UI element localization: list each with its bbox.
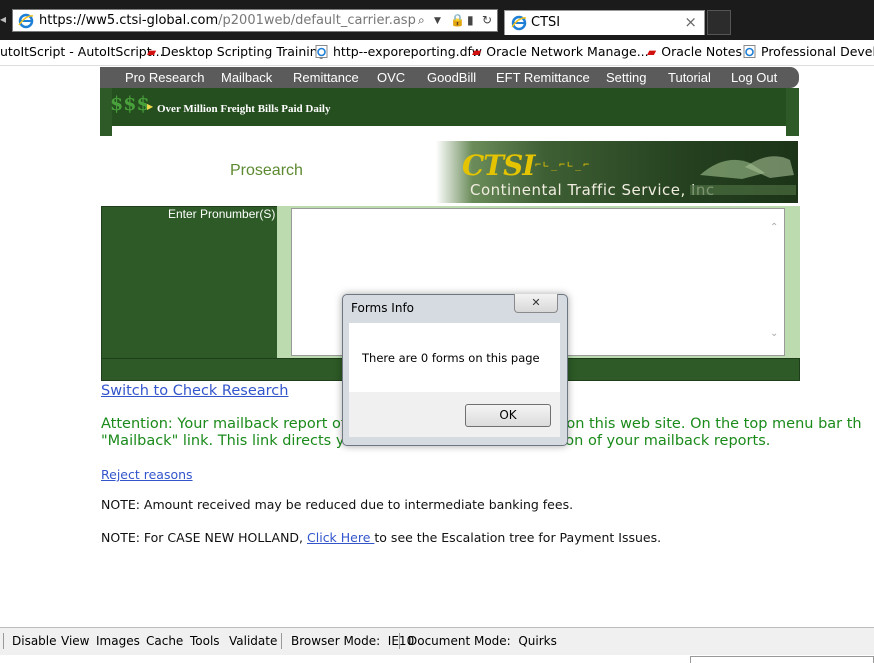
nav-setting[interactable]: Setting — [606, 70, 646, 85]
nav-goodbill[interactable]: GoodBill — [427, 70, 476, 85]
favorite-item[interactable]: utoItScript - AutoItScript... — [0, 44, 164, 59]
note-2-suffix: to see the Escalation tree for Payment I… — [374, 530, 662, 545]
scroll-up-icon[interactable]: ⌃ — [770, 222, 778, 233]
url-path: /p2001web/default_carrier.asp — [218, 13, 416, 28]
favorite-item[interactable]: ▰ Oracle Network Manage... — [472, 44, 649, 59]
address-bar[interactable]: https://ww5.ctsi-global.com/p2001web/def… — [12, 9, 498, 32]
scroll-down-icon[interactable]: ⌄ — [770, 328, 778, 339]
reject-reasons-link[interactable]: Reject reasons — [101, 467, 193, 482]
logo-circuit-icon: ⌐∟_⌐∟_⌐ — [535, 160, 592, 171]
developer-toolbar: Disable View Images Cache Tools Validate… — [0, 627, 874, 656]
note-case-new-holland: NOTE: For CASE NEW HOLLAND, Click Here t… — [101, 530, 661, 545]
favorite-label: Oracle Network Manage... — [486, 44, 649, 59]
page-title: Prosearch — [230, 162, 303, 179]
favorite-label: Professional Develop — [761, 44, 874, 59]
favorite-item[interactable]: ▰ Desktop Scripting Training — [147, 44, 326, 59]
keyboard-hands-icon — [690, 156, 796, 195]
nav-tutorial[interactable]: Tutorial — [668, 70, 711, 85]
switch-to-check-research-link[interactable]: Switch to Check Research — [101, 383, 288, 399]
favorite-item[interactable]: Professional Develop — [743, 44, 874, 59]
nav-pro-research[interactable]: Pro Research — [125, 70, 204, 85]
favorite-item[interactable]: http--exporeporting.dfw — [315, 44, 482, 59]
nav-mailback[interactable]: Mailback — [221, 70, 272, 85]
favorite-label: utoItScript - AutoItScript... — [0, 44, 164, 59]
devtools-tools[interactable]: Tools — [190, 634, 220, 648]
dollar-signs-icon: $$$ — [110, 93, 150, 115]
pronumber-label: Enter Pronumber(S) — [168, 207, 276, 221]
toolbar-separator — [399, 633, 400, 649]
close-icon[interactable]: ✕ — [514, 294, 558, 313]
note-2-prefix: NOTE: For CASE NEW HOLLAND, — [101, 530, 308, 545]
ok-button[interactable]: OK — [465, 404, 551, 427]
dialog-message: There are 0 forms on this page — [362, 351, 540, 365]
dropdown-icon[interactable]: ▼ — [434, 16, 441, 26]
url-text[interactable]: https://ww5.ctsi-global.com/p2001web/def… — [39, 13, 416, 28]
tab-title: CTSI — [531, 15, 561, 30]
dialog-title: Forms Info — [351, 301, 415, 315]
lock-icon[interactable]: 🔒 — [450, 13, 465, 27]
browser-mode[interactable]: Browser Mode: IE10 — [291, 634, 414, 648]
nav-remittance[interactable]: Remittance — [293, 70, 359, 85]
toolbar-separator — [3, 633, 4, 649]
logo-wordmark: CTSI — [462, 149, 535, 182]
devtools-view[interactable]: View — [61, 634, 89, 648]
oracle-flag-icon: ▰ — [647, 45, 657, 59]
favorites-bar: utoItScript - AutoItScript... ▰ Desktop S… — [0, 40, 874, 66]
favorite-label: Desktop Scripting Training — [161, 44, 326, 59]
devtools-images[interactable]: Images — [96, 634, 140, 648]
tab-close-icon[interactable]: × — [684, 13, 697, 31]
new-tab-button[interactable] — [707, 10, 731, 35]
refresh-icon[interactable]: ↻ — [482, 13, 492, 27]
url-domain: https://ww5.ctsi-global.com — [39, 13, 219, 28]
note-banking-fees: NOTE: Amount received may be reduced due… — [101, 497, 574, 512]
find-box[interactable] — [690, 656, 874, 663]
ie-page-icon — [315, 45, 328, 58]
favorite-item[interactable]: ▰ Oracle Notes — [647, 44, 742, 59]
ie-logo-icon — [18, 13, 34, 29]
favorite-label: Oracle Notes — [661, 44, 742, 59]
banner-tagline: Over Million Freight Bills Paid Daily — [157, 103, 331, 115]
devtools-validate[interactable]: Validate — [229, 634, 277, 648]
back-arrow-icon[interactable]: ◂ — [0, 12, 6, 26]
document-mode[interactable]: Document Mode: Quirks — [408, 634, 557, 648]
devtools-disable[interactable]: Disable — [12, 634, 57, 648]
site-nav: Pro Research Mailback Remittance OVC Goo… — [100, 67, 799, 88]
nav-eft-remittance[interactable]: EFT Remittance — [496, 70, 590, 85]
favorite-label: http--exporeporting.dfw — [333, 44, 482, 59]
logo-subtitle: Continental Traffic Service, Inc — [470, 181, 715, 199]
ie-tab-icon — [511, 15, 527, 31]
search-icon[interactable]: ⌕ — [418, 13, 425, 28]
oracle-flag-icon: ▰ — [472, 45, 482, 59]
nav-log-out[interactable]: Log Out — [731, 70, 777, 85]
company-name: Expeditors International — [558, 124, 730, 137]
browser-tab[interactable]: CTSI × — [504, 10, 705, 35]
toolbar-separator — [281, 633, 282, 649]
nav-ovc[interactable]: OVC — [377, 70, 405, 85]
ie-page-icon — [743, 45, 756, 58]
compat-view-icon[interactable]: ▮ — [467, 13, 474, 27]
devtools-cache[interactable]: Cache — [146, 634, 183, 648]
click-here-link[interactable]: Click Here — [307, 530, 374, 545]
oracle-flag-icon: ▰ — [147, 45, 157, 59]
arrow-icon: ▶ — [147, 102, 154, 111]
